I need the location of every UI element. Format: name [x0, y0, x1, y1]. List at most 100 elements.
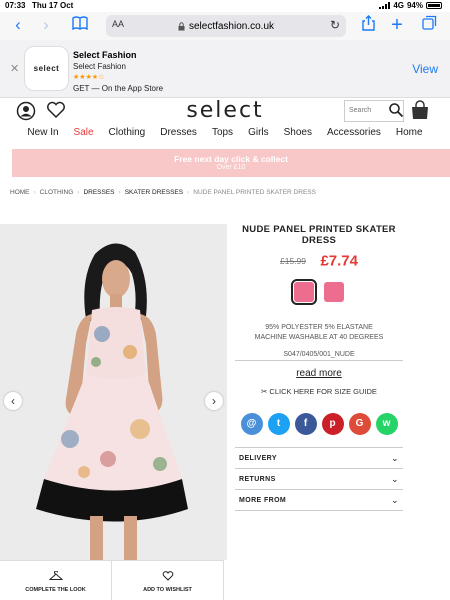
add-to-wishlist-button[interactable]: ADD TO WISHLIST	[112, 560, 224, 600]
view-app-button[interactable]: View	[412, 62, 438, 76]
share-buttons: @ t f p G w	[235, 413, 403, 435]
product-info: NUDE PANEL PRINTED SKATER DRESS £15.99 £…	[235, 224, 403, 511]
breadcrumb-current: NUDE PANEL PRINTED SKATER DRESS	[193, 189, 316, 196]
next-image-button[interactable]: ›	[205, 392, 223, 410]
colour-swatch-selected[interactable]	[291, 279, 317, 305]
nav-home[interactable]: Home	[396, 127, 423, 138]
app-icon: select	[24, 46, 69, 91]
price-block: £15.99 £7.74	[235, 252, 403, 270]
twitter-share-icon[interactable]: t	[267, 413, 290, 435]
breadcrumb-skater-dresses[interactable]: SKATER DRESSES	[125, 189, 183, 196]
nav-girls[interactable]: Girls	[248, 127, 269, 138]
model-illustration	[36, 243, 188, 560]
status-bar: 07:33 Thu 17 Oct 4G 94%	[0, 0, 450, 12]
forward-icon[interactable]: ›	[36, 15, 56, 35]
composition-text: 95% POLYESTER 5% ELASTANE	[265, 324, 373, 331]
product-title: NUDE PANEL PRINTED SKATER DRESS	[242, 224, 396, 246]
reload-icon[interactable]: ↻	[330, 18, 340, 32]
text-size-button[interactable]: AA	[112, 19, 124, 29]
size-guide-link[interactable]: ✂ CLICK HERE FOR SIZE GUIDE	[235, 387, 403, 396]
app-info: Select Fashion Select Fashion ★★★★☆ GET …	[73, 50, 163, 94]
accordion-label: RETURNS	[239, 475, 276, 483]
url-bar[interactable]: AA selectfashion.co.uk ↻	[106, 15, 346, 37]
breadcrumb-separator: ›	[187, 189, 190, 196]
product-sku: S047/0405/001_NUDE	[235, 351, 403, 361]
app-rating-stars: ★★★★☆	[73, 74, 105, 81]
search-icon[interactable]	[388, 102, 404, 118]
breadcrumb: HOME › CLOTHING › DRESSES › SKATER DRESS…	[10, 189, 316, 196]
lock-icon	[178, 21, 185, 30]
breadcrumb-separator: ›	[77, 189, 80, 196]
accordion-returns[interactable]: RETURNS ⌄	[235, 469, 403, 490]
app-store-banner: ✕ select Select Fashion Select Fashion ★…	[0, 40, 450, 98]
wishlist-heart-icon[interactable]	[46, 101, 66, 121]
breadcrumb-separator: ›	[118, 189, 121, 196]
nav-new-in[interactable]: New In	[27, 127, 58, 138]
read-more-link[interactable]: read more	[235, 368, 403, 379]
battery-percent: 94%	[406, 1, 423, 10]
nav-shoes[interactable]: Shoes	[284, 127, 312, 138]
original-price: £15.99	[280, 255, 306, 266]
status-time: 07:33	[5, 1, 26, 10]
chevron-down-icon: ⌄	[391, 494, 399, 505]
app-name: Select Fashion	[73, 50, 137, 60]
back-icon[interactable]: ‹	[8, 15, 28, 35]
prev-image-button[interactable]: ‹	[4, 392, 22, 410]
breadcrumb-separator: ›	[33, 189, 36, 196]
browser-toolbar: ‹ › AA selectfashion.co.uk ↻ +	[0, 12, 450, 40]
accordion-label: DELIVERY	[239, 454, 277, 462]
url-text: selectfashion.co.uk	[188, 20, 275, 32]
nav-tops[interactable]: Tops	[212, 127, 233, 138]
breadcrumb-dresses[interactable]: DRESSES	[83, 189, 114, 196]
battery-icon	[426, 2, 442, 9]
bottom-action-bar: COMPLETE THE LOOK ADD TO WISHLIST	[0, 560, 450, 600]
product-description: 95% POLYESTER 5% ELASTANE MACHINE WASHAB…	[235, 323, 403, 343]
promo-banner[interactable]: Free next day click & collect Over £10	[12, 149, 450, 177]
nav-sale[interactable]: Sale	[74, 127, 94, 138]
accordion-more-from[interactable]: MORE FROM ⌄	[235, 490, 403, 511]
site-logo[interactable]: select	[165, 98, 285, 123]
promo-subline: Over £10	[216, 164, 246, 171]
read-more-label: read more	[296, 368, 342, 379]
colour-swatches	[235, 279, 403, 305]
facebook-share-icon[interactable]: f	[294, 413, 317, 435]
colour-swatch[interactable]	[324, 282, 344, 302]
promo-headline: Free next day click & collect	[174, 154, 288, 164]
email-share-icon[interactable]: @	[240, 413, 263, 435]
status-date: Thu 17 Oct	[32, 1, 74, 10]
nav-dresses[interactable]: Dresses	[160, 127, 197, 138]
account-icon[interactable]	[16, 101, 36, 121]
main-nav: New In Sale Clothing Dresses Tops Girls …	[0, 127, 450, 138]
bookmarks-icon[interactable]	[70, 15, 90, 35]
network-label: 4G	[393, 1, 404, 10]
share-icon[interactable]	[358, 15, 378, 35]
status-right: 4G 94%	[379, 1, 442, 10]
accordion-delivery[interactable]: DELIVERY ⌄	[235, 448, 403, 469]
info-accordion: DELIVERY ⌄ RETURNS ⌄ MORE FROM ⌄	[235, 447, 403, 511]
heart-icon	[112, 571, 223, 584]
app-store-label: GET — On the App Store	[73, 84, 164, 93]
care-text: MACHINE WASHABLE AT 40 DEGREES	[254, 334, 384, 341]
close-icon[interactable]: ✕	[10, 62, 19, 75]
complete-the-look-label: COMPLETE THE LOOK	[25, 587, 86, 593]
size-guide-label: CLICK HERE FOR SIZE GUIDE	[269, 387, 377, 396]
accordion-label: MORE FROM	[239, 496, 287, 504]
pinterest-share-icon[interactable]: p	[321, 413, 344, 435]
breadcrumb-home[interactable]: HOME	[10, 189, 30, 196]
product-image[interactable]: ‹ ›	[0, 224, 227, 560]
new-tab-icon[interactable]: +	[387, 15, 407, 35]
nav-clothing[interactable]: Clothing	[109, 127, 146, 138]
shopping-bag-icon[interactable]	[410, 100, 430, 120]
site-header: select Search New In Sale Clothing Dress…	[0, 98, 450, 144]
chevron-down-icon: ⌄	[391, 473, 399, 484]
hanger-icon	[0, 570, 111, 584]
complete-the-look-button[interactable]: COMPLETE THE LOOK	[0, 560, 112, 600]
sale-price: £7.74	[320, 252, 358, 270]
google-share-icon[interactable]: G	[348, 413, 371, 435]
breadcrumb-clothing[interactable]: CLOTHING	[40, 189, 74, 196]
app-publisher: Select Fashion	[73, 62, 126, 71]
whatsapp-share-icon[interactable]: w	[375, 413, 398, 435]
nav-accessories[interactable]: Accessories	[327, 127, 381, 138]
tabs-icon[interactable]	[419, 15, 439, 35]
signal-icon	[379, 2, 391, 9]
